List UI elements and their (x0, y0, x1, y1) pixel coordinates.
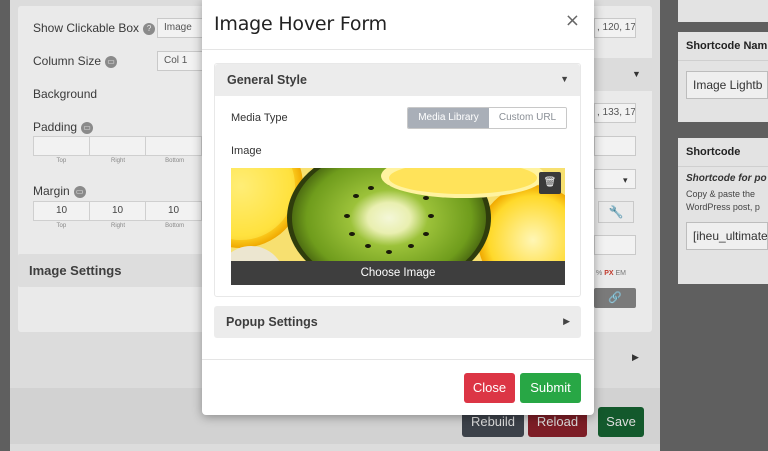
general-style-title: General Style (227, 73, 307, 87)
custom-url-option[interactable]: Custom URL (489, 108, 566, 128)
shortcode-name-card: Shortcode Nam Image Lightb (678, 32, 768, 122)
general-style-header[interactable]: General Style ▼ (215, 64, 580, 96)
popup-settings-title: Popup Settings (226, 315, 318, 329)
submit-button[interactable]: Submit (520, 373, 581, 403)
color-value-top[interactable]: , 120, 17 (594, 18, 636, 38)
right-select[interactable]: ▾ (594, 169, 636, 189)
device-icon: ▭ (105, 55, 118, 68)
padding-label: Padding ▭ (33, 120, 94, 134)
padding-captions: Top Right Bottom (56, 158, 185, 164)
modal-footer-divider (202, 359, 594, 360)
device-icon: ▭ (81, 121, 94, 134)
show-clickable-box-label: Show Clickable Box? (33, 21, 156, 35)
help-icon: ? (143, 22, 156, 35)
padding-inputs[interactable] (33, 136, 203, 156)
close-icon[interactable]: × (565, 10, 580, 31)
right-input[interactable] (594, 136, 636, 156)
caret-down-icon: ▼ (560, 74, 569, 84)
image-label: Image (231, 145, 262, 157)
right-accordion-bar[interactable]: ▼ (594, 58, 652, 91)
margin-label: Margin ▭ (33, 184, 86, 198)
right-accordion-bar-2[interactable]: ▶ (594, 341, 652, 374)
shortcode-name-title: Shortcode Nam (678, 32, 768, 61)
close-button[interactable]: Close (464, 373, 515, 403)
units-toggle[interactable]: % PX EM (596, 270, 626, 277)
margin-captions: Top Right Bottom (56, 223, 185, 229)
media-library-option[interactable]: Media Library (408, 108, 489, 128)
link-icon[interactable]: 🔗 (594, 288, 636, 308)
shortcode-note-title: Shortcode for po (686, 173, 767, 184)
shortcode-name-input[interactable]: Image Lightb (686, 71, 768, 99)
device-icon: ▭ (73, 185, 86, 198)
choose-image-button[interactable]: Choose Image (231, 261, 565, 285)
caret-right-icon: ▶ (563, 316, 570, 326)
save-button[interactable]: Save (598, 407, 644, 437)
shortcode-note-line1: Copy & paste the (686, 189, 756, 199)
media-type-label: Media Type (231, 112, 288, 124)
image-settings-accordion[interactable]: Image Settings (18, 254, 208, 287)
trash-icon[interactable]: 🗑 (539, 172, 561, 194)
shortcode-card: Shortcode Shortcode for po Copy & paste … (678, 138, 768, 284)
background-label: Background (33, 87, 98, 101)
media-type-toggle: Media Library Custom URL (407, 107, 567, 129)
modal-title: Image Hover Form (214, 13, 387, 35)
caret-right-icon: ▶ (632, 352, 639, 362)
right-input-2[interactable] (594, 235, 636, 255)
caret-down-icon: ▼ (632, 69, 641, 79)
shortcode-input[interactable]: [iheu_ultimate (686, 222, 768, 250)
general-style-accordion: General Style ▼ Media Type Media Library… (214, 63, 581, 297)
show-clickable-box-select[interactable]: Image (157, 18, 207, 38)
image-preview: 🗑 Choose Image (231, 168, 565, 285)
sidebar-top-card (678, 0, 768, 22)
shortcode-note-line2: WordPress post, p (686, 202, 760, 212)
wrench-icon[interactable]: 🔧 (598, 201, 634, 223)
color-value-mid[interactable]: , 133, 17 (594, 103, 636, 123)
chevron-down-icon: ▾ (623, 175, 628, 185)
popup-settings-accordion: Popup Settings ▶ (214, 306, 581, 338)
image-hover-form-modal: Image Hover Form × General Style ▼ Media… (202, 0, 594, 415)
popup-settings-header[interactable]: Popup Settings ▶ (214, 306, 581, 338)
column-size-label: Column Size ▭ (33, 54, 118, 68)
shortcode-title: Shortcode (678, 138, 768, 167)
column-size-select[interactable]: Col 1 (157, 51, 207, 71)
modal-header: Image Hover Form × (202, 0, 594, 50)
margin-inputs[interactable]: 10 10 10 (33, 201, 203, 221)
